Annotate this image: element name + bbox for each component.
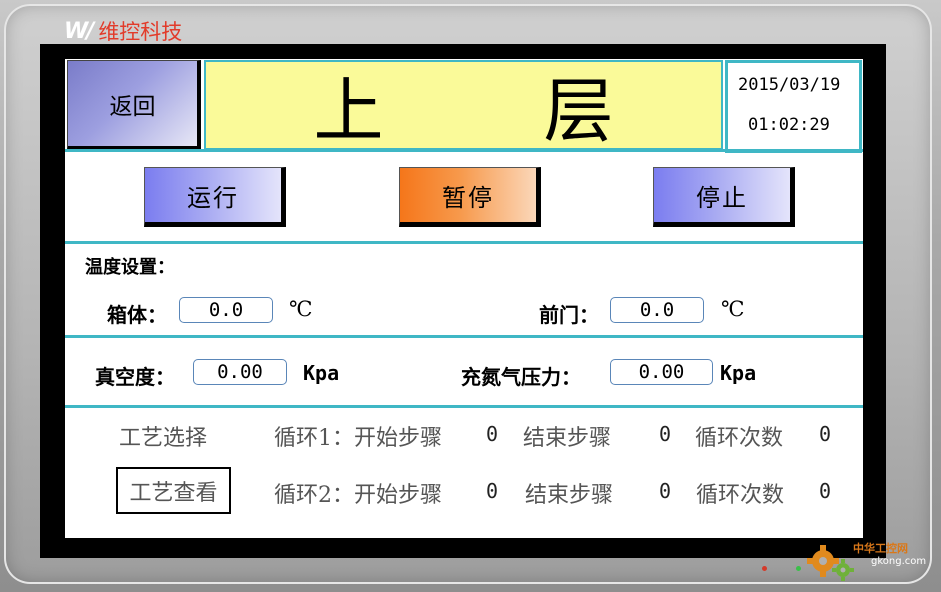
divider: [65, 405, 863, 408]
loop1-start-label: 循环1：开始步骤: [274, 426, 442, 451]
loop1-end-label: 结束步骤: [523, 426, 612, 451]
divider: [65, 149, 863, 152]
time-readout: 01:02:29: [748, 115, 830, 135]
loop1-count-label: 循环次数: [695, 426, 784, 451]
pause-button[interactable]: 暂停: [399, 167, 541, 227]
power-led-icon: [762, 566, 767, 571]
datetime-display: 2015/03/19 01:02:29: [725, 60, 862, 153]
divider: [65, 241, 863, 244]
nitrogen-pressure-unit: Kpa: [720, 361, 757, 385]
run-button[interactable]: 运行: [144, 167, 286, 227]
nitrogen-pressure-field[interactable]: 0.00: [610, 359, 713, 385]
box-temp-unit: ℃: [289, 297, 313, 321]
date-readout: 2015/03/19: [738, 75, 841, 95]
process-select-button[interactable]: 工艺选择: [119, 420, 207, 452]
vacuum-field[interactable]: 0.00: [193, 359, 287, 385]
brand-logo: W/ 维控科技: [64, 16, 182, 46]
door-temp-field[interactable]: 0.0: [610, 297, 704, 323]
stop-button[interactable]: 停止: [653, 167, 795, 227]
temperature-section-label: 温度设置：: [85, 257, 175, 278]
process-view-button[interactable]: 工艺查看: [116, 467, 231, 514]
brand-name: 维控科技: [98, 20, 183, 44]
vacuum-label: 真空度：: [95, 365, 175, 389]
watermark-name: 中华工控网: [853, 542, 908, 555]
vacuum-unit: Kpa: [303, 361, 340, 385]
watermark-url: gkong.com: [871, 556, 927, 567]
title-char-2: 层: [543, 69, 614, 152]
loop2-count-label: 循环次数: [696, 483, 785, 508]
loop2-end-value[interactable]: 0: [659, 479, 671, 503]
box-temp-label: 箱体：: [107, 303, 167, 327]
loop2-start-value[interactable]: 0: [486, 479, 498, 503]
loop1-count-value[interactable]: 0: [819, 422, 831, 446]
loop1-start-value[interactable]: 0: [486, 422, 498, 446]
loop1-end-value[interactable]: 0: [659, 422, 671, 446]
door-temp-label: 前门：: [539, 303, 599, 327]
divider: [65, 335, 863, 338]
loop2-start-label: 循环2：开始步骤: [274, 483, 442, 508]
back-button[interactable]: 返回: [67, 60, 201, 150]
door-temp-unit: ℃: [721, 297, 745, 321]
status-led-icon: [796, 566, 801, 571]
loop2-count-value[interactable]: 0: [819, 479, 831, 503]
title-char-1: 上: [313, 69, 384, 152]
device-bezel: W/ 维控科技 返回 上 层 2015/03/19 01:02:29 运行 暂停…: [0, 0, 941, 592]
brand-mark: W/: [64, 18, 94, 44]
gear-icon: [807, 545, 854, 581]
watermark: 中华工控网 gkong.com: [805, 537, 933, 585]
loop2-end-label: 结束步骤: [525, 483, 614, 508]
hmi-screen: 返回 上 层 2015/03/19 01:02:29 运行 暂停 停止 温度设置…: [65, 59, 863, 538]
page-title: 上 层: [204, 60, 723, 152]
box-temp-field[interactable]: 0.0: [179, 297, 273, 323]
nitrogen-pressure-label: 充氮气压力：: [461, 365, 581, 389]
